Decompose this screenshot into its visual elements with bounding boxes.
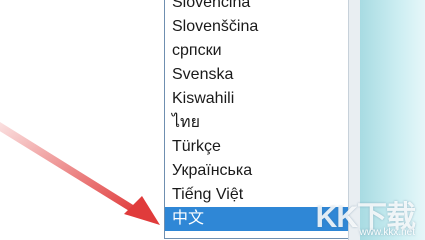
language-option-swedish[interactable]: Svenska (165, 63, 348, 87)
watermark: KK下载 www.kkx.net (299, 192, 419, 238)
language-option-thai[interactable]: ไทย (165, 111, 348, 135)
language-option-ukrainian[interactable]: Українська (165, 159, 348, 183)
language-option-swahili[interactable]: Kiswahili (165, 87, 348, 111)
language-option-slovenian[interactable]: Slovenščina (165, 15, 348, 39)
language-option-turkish[interactable]: Türkçe (165, 135, 348, 159)
watermark-url: www.kkx.net (359, 227, 415, 238)
language-option-serbian[interactable]: српски (165, 39, 348, 63)
language-option-slovak[interactable]: Slovenčina (165, 0, 348, 15)
